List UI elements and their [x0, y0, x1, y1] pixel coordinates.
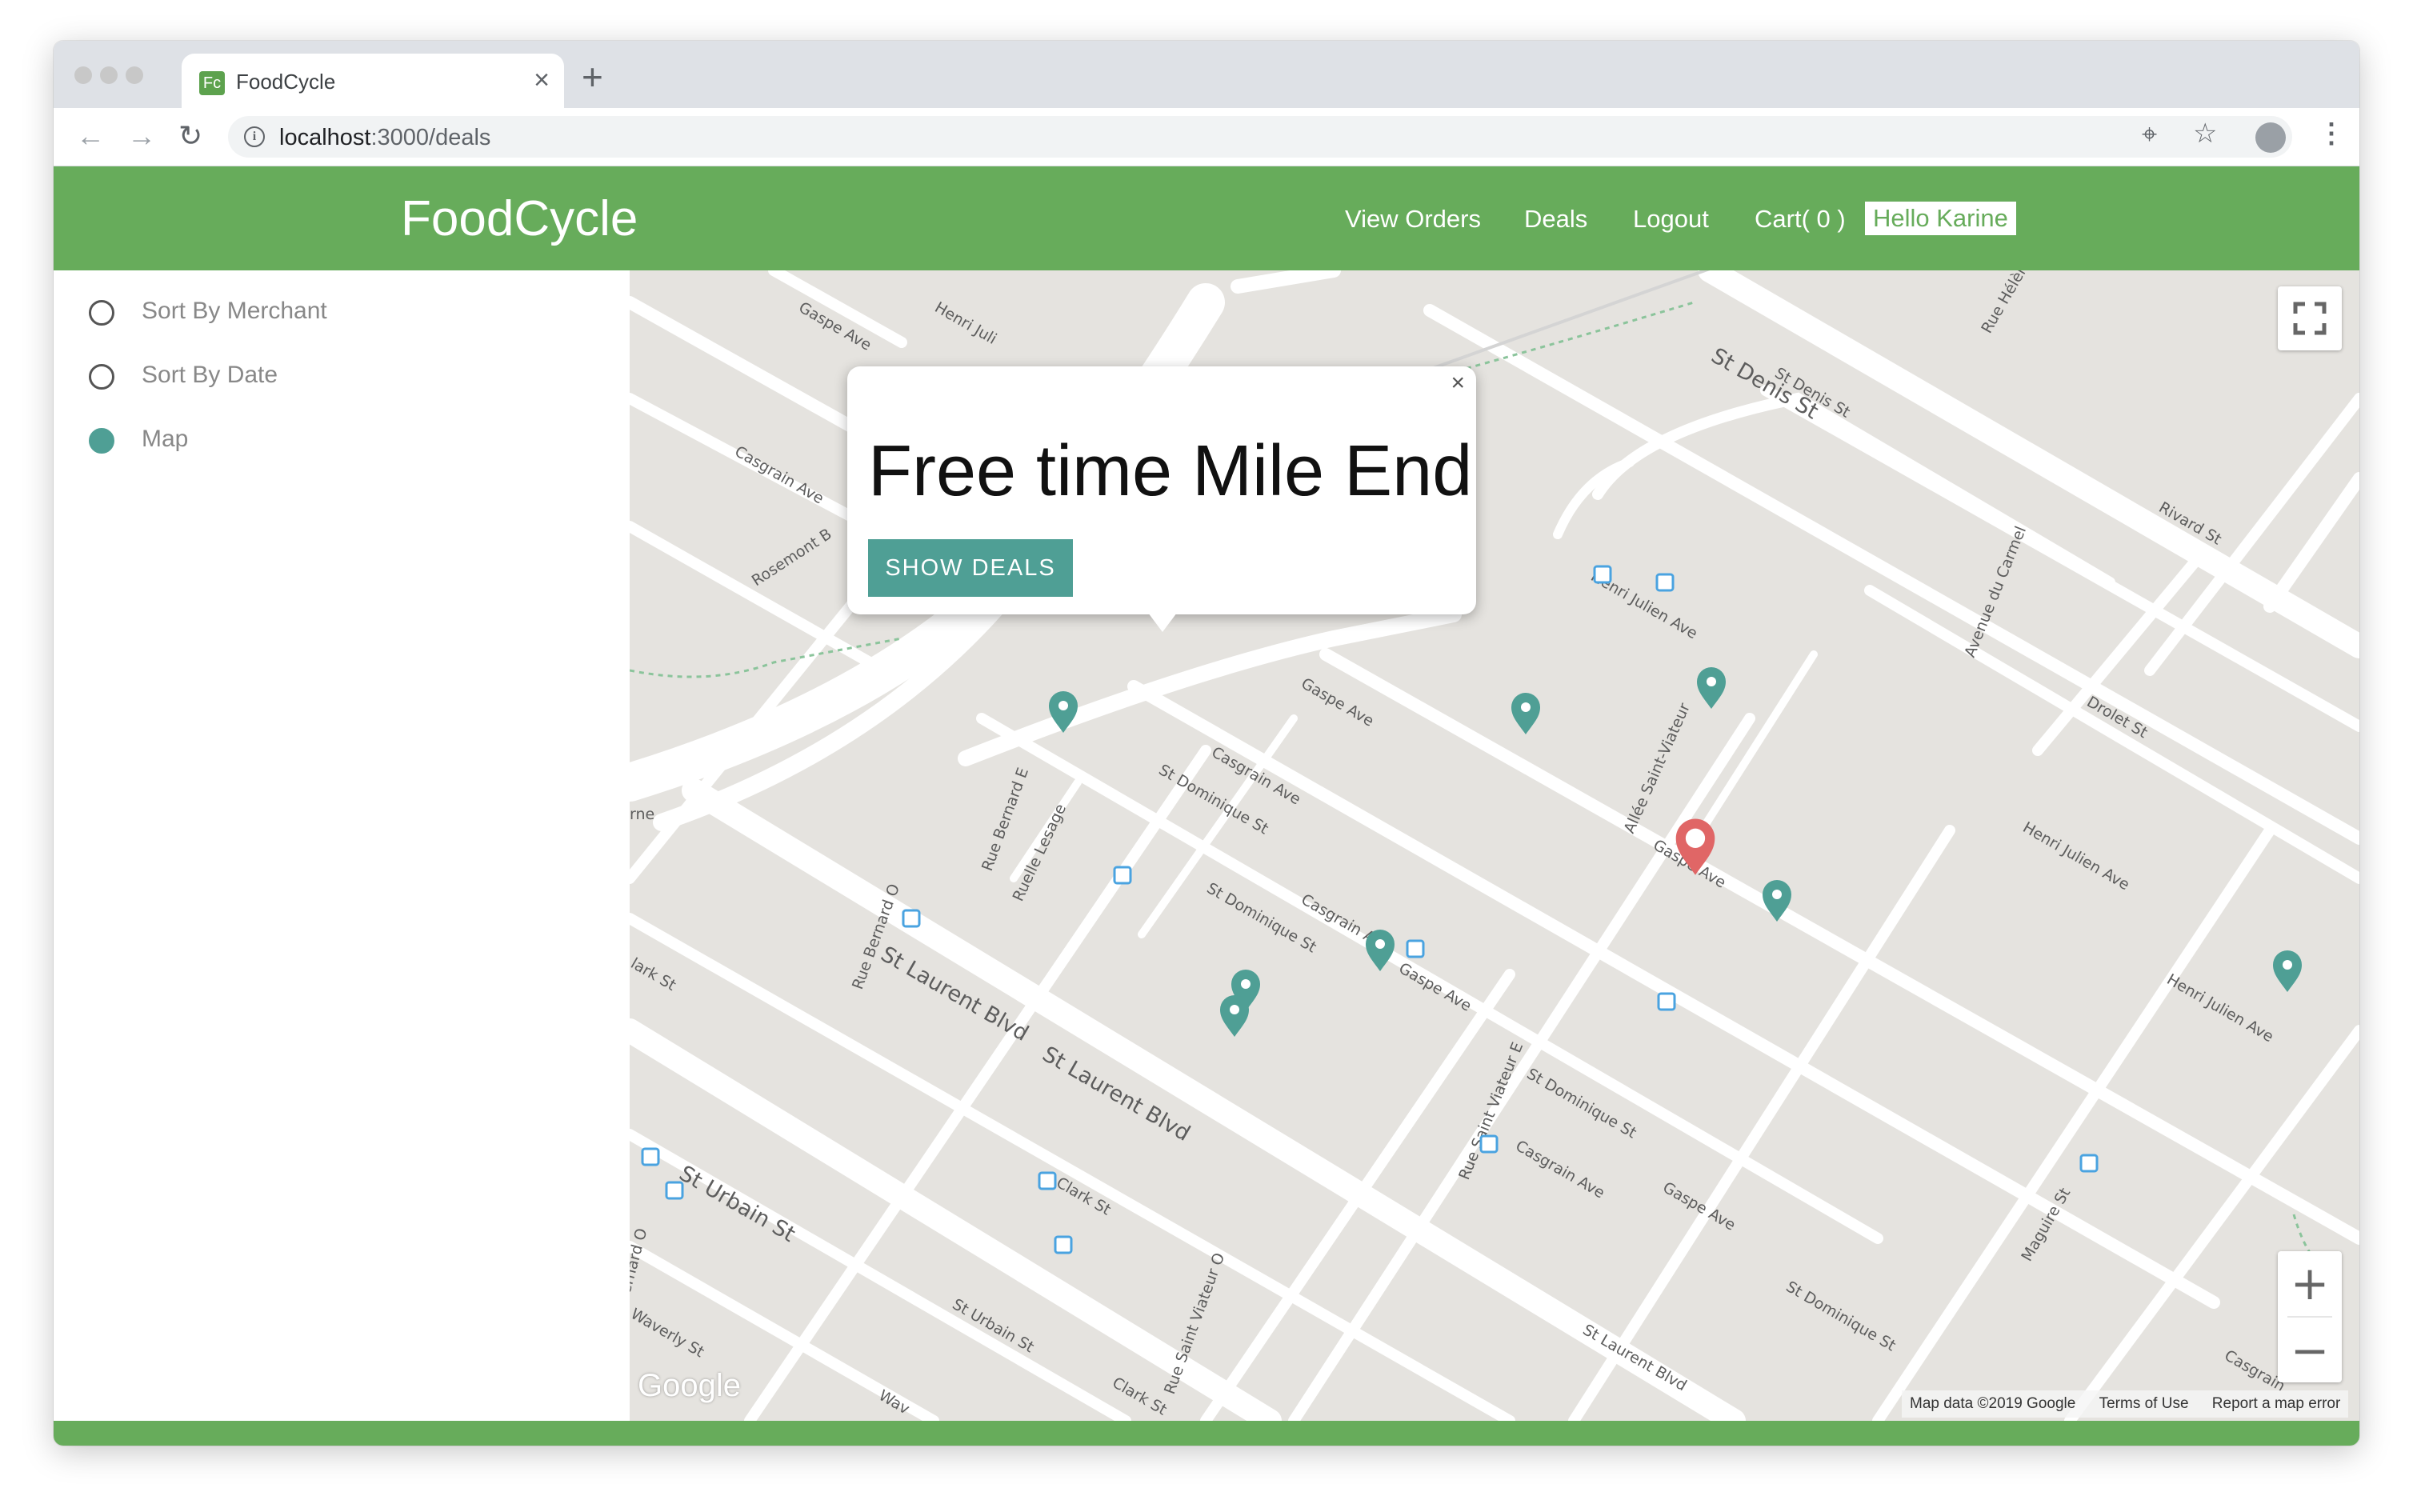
- reload-icon[interactable]: ↻: [178, 119, 202, 153]
- sidebar: Sort By Merchant Sort By Date Map: [54, 270, 630, 1421]
- browser-tab[interactable]: Fc FoodCycle ×: [182, 54, 564, 108]
- transit-stop-icon[interactable]: [1113, 866, 1132, 885]
- location-icon[interactable]: ⌖: [2142, 119, 2157, 150]
- transit-stop-icon[interactable]: [1657, 992, 1676, 1011]
- street-label: rne: [630, 806, 654, 823]
- radio-unchecked-icon[interactable]: [89, 364, 114, 390]
- url-text: localhost:3000/deals: [279, 125, 491, 150]
- menu-icon[interactable]: ⋮: [2318, 118, 2345, 150]
- fullscreen-button[interactable]: [2278, 286, 2342, 350]
- radio-unchecked-icon[interactable]: [89, 300, 114, 326]
- merchant-name: Free time Mile End: [868, 431, 1473, 511]
- profile-avatar[interactable]: [2255, 122, 2286, 153]
- option-label: Sort By Date: [142, 362, 278, 388]
- transit-stop-icon[interactable]: [1655, 573, 1675, 592]
- zoom-out-button[interactable]: −: [2278, 1318, 2342, 1382]
- report-map-error-link[interactable]: Report a map error: [2212, 1395, 2341, 1412]
- footer-bar: [54, 1421, 2359, 1446]
- map-data-credit: Map data ©2019 Google: [1910, 1395, 2076, 1412]
- transit-stop-icon[interactable]: [1593, 565, 1612, 584]
- app-header: FoodCycle View Orders Deals Logout Cart(…: [54, 166, 2359, 270]
- fullscreen-icon: [2293, 302, 2327, 335]
- nav-cart[interactable]: Cart( 0 ): [1755, 205, 1846, 234]
- radio-checked-icon[interactable]: [89, 428, 114, 454]
- transit-stop-icon[interactable]: [1479, 1134, 1499, 1154]
- nav-view-orders[interactable]: View Orders: [1345, 205, 1481, 234]
- bookmark-star-icon[interactable]: ☆: [2193, 118, 2217, 150]
- user-greeting: Hello Karine: [1865, 202, 2016, 235]
- nav-logout[interactable]: Logout: [1633, 205, 1709, 234]
- minimize-window-icon[interactable]: [100, 66, 118, 84]
- google-logo[interactable]: Google: [638, 1368, 741, 1404]
- transit-stop-icon[interactable]: [1038, 1171, 1057, 1190]
- new-tab-button[interactable]: +: [582, 55, 603, 98]
- site-info-icon[interactable]: i: [244, 126, 265, 147]
- browser-toolbar: ← → ↻ i localhost:3000/deals ⌖ ☆ ⋮: [54, 108, 2359, 166]
- map-view[interactable]: Gaspe AveHenri JuliRue des CarrieresRue …: [630, 270, 2359, 1421]
- tab-title: FoodCycle: [236, 70, 336, 94]
- map-info-window: × Free time Mile End SHOW DEALS: [847, 366, 1476, 632]
- browser-window: Fc FoodCycle × + ← → ↻ i localhost:3000/…: [54, 41, 2359, 1446]
- tab-strip: Fc FoodCycle × +: [54, 41, 2359, 108]
- tab-close-icon[interactable]: ×: [534, 65, 550, 96]
- zoom-in-button[interactable]: +: [2278, 1251, 2342, 1315]
- transit-stop-icon[interactable]: [2079, 1154, 2099, 1173]
- brand-logo[interactable]: FoodCycle: [401, 190, 638, 247]
- zoom-controls: + −: [2278, 1251, 2342, 1382]
- info-window-close-icon[interactable]: ×: [1451, 370, 1465, 397]
- terms-of-use-link[interactable]: Terms of Use: [2099, 1395, 2189, 1412]
- transit-stop-icon[interactable]: [1406, 939, 1425, 958]
- zoom-divider: [2287, 1316, 2332, 1318]
- nav-deals[interactable]: Deals: [1524, 205, 1587, 234]
- maximize-window-icon[interactable]: [126, 66, 143, 84]
- tab-favicon: Fc: [199, 71, 225, 95]
- back-icon[interactable]: ←: [76, 119, 105, 153]
- option-label: Map: [142, 426, 189, 452]
- map-attribution: Map data ©2019 Google Terms of Use Repor…: [1902, 1390, 2349, 1418]
- close-window-icon[interactable]: [74, 66, 92, 84]
- address-bar[interactable]: i localhost:3000/deals: [228, 116, 2292, 158]
- transit-stop-icon[interactable]: [641, 1147, 660, 1166]
- option-label: Sort By Merchant: [142, 298, 327, 324]
- transit-stop-icon[interactable]: [902, 909, 921, 928]
- show-deals-button[interactable]: SHOW DEALS: [868, 539, 1073, 597]
- transit-stop-icon[interactable]: [1054, 1235, 1073, 1254]
- forward-icon[interactable]: →: [127, 119, 156, 153]
- transit-stop-icon[interactable]: [665, 1181, 684, 1200]
